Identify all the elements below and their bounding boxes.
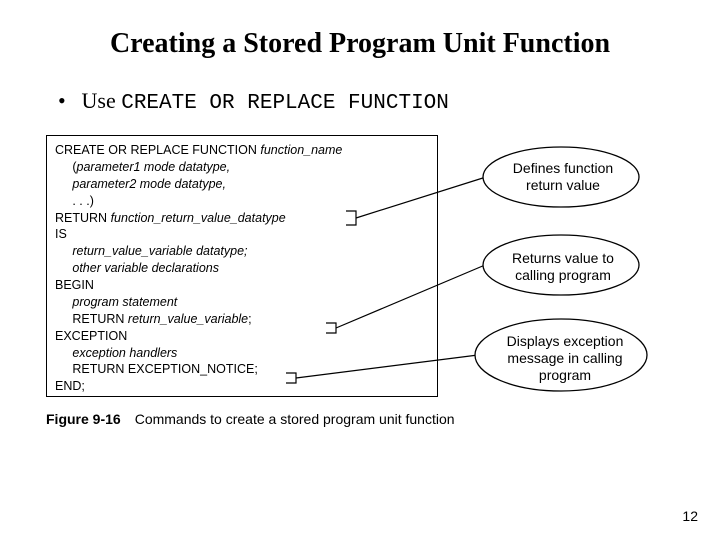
code-line: . . .) (55, 194, 94, 208)
callout-return-value: Defines function return value (498, 160, 628, 194)
code-line: BEGIN (55, 278, 94, 292)
figure-caption-text: Commands to create a stored program unit… (135, 411, 455, 427)
code-line (55, 346, 72, 360)
code-syntax-box: CREATE OR REPLACE FUNCTION function_name… (46, 135, 438, 397)
bullet-marker: • (58, 88, 76, 114)
page-number: 12 (682, 508, 698, 524)
bullet-lead: Use (82, 88, 122, 113)
code-italic: parameter2 mode datatype, (72, 177, 226, 191)
code-line: CREATE OR REPLACE FUNCTION (55, 143, 260, 157)
code-line: ; (248, 312, 251, 326)
code-line: ( (55, 160, 77, 174)
figure: CREATE OR REPLACE FUNCTION function_name… (46, 135, 674, 435)
code-line: IS (55, 227, 67, 241)
figure-number: Figure 9-16 (46, 411, 121, 427)
bullet-item: • Use CREATE OR REPLACE FUNCTION (0, 70, 720, 127)
code-line: EXCEPTION (55, 329, 127, 343)
slide-title: Creating a Stored Program Unit Function (0, 0, 720, 70)
code-line: RETURN (55, 211, 111, 225)
code-italic: function_return_value_datatype (111, 211, 286, 225)
callout-returns-to-caller: Returns value to calling program (498, 250, 628, 284)
callout-exception-message: Displays exception message in calling pr… (490, 333, 640, 383)
code-line (55, 261, 72, 275)
code-italic: exception handlers (72, 346, 177, 360)
code-italic: other variable declarations (72, 261, 219, 275)
code-line (55, 295, 72, 309)
code-line: RETURN EXCEPTION_NOTICE; (55, 362, 258, 376)
code-italic: parameter1 mode datatype, (77, 160, 231, 174)
code-line: END; (55, 379, 85, 393)
code-line (55, 244, 72, 258)
code-line (55, 177, 72, 191)
figure-caption: Figure 9-16 Commands to create a stored p… (46, 411, 455, 427)
code-italic: return_value_variable (128, 312, 248, 326)
code-italic: function_name (260, 143, 342, 157)
code-italic: return_value_variable datatype; (72, 244, 247, 258)
bullet-code: CREATE OR REPLACE FUNCTION (121, 92, 449, 115)
code-line: RETURN (55, 312, 128, 326)
code-italic: program statement (72, 295, 177, 309)
